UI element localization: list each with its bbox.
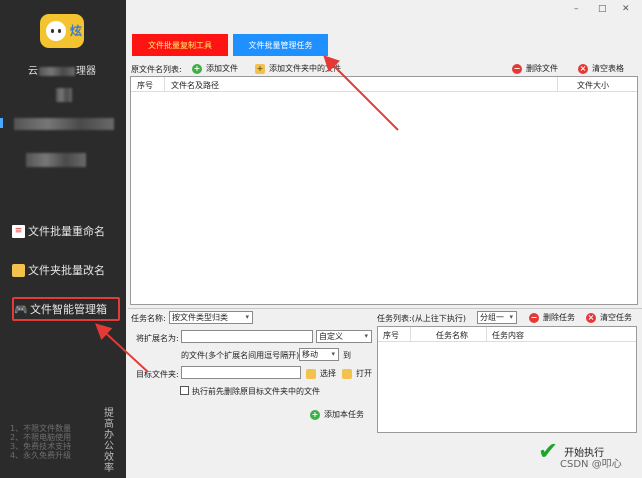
source-file-table[interactable]: 序号 文件名及路径 文件大小 (130, 76, 638, 305)
redacted-block (56, 88, 72, 102)
chevron-down-icon: ▾ (364, 332, 368, 340)
delete-before-label: 执行前先删除原目标文件夹中的文件 (192, 387, 320, 396)
to-label: 到 (343, 351, 351, 360)
nav-item-smart-manager[interactable]: 🎮 文件智能管理箱 (12, 297, 120, 321)
chevron-down-icon: ▾ (331, 350, 335, 358)
action-select[interactable]: 移动 ▾ (299, 348, 339, 361)
action-value: 移动 (302, 350, 318, 359)
folder-icon (306, 368, 316, 379)
delete-file-button[interactable]: − 删除文件 (512, 63, 558, 74)
extension-hint: 的文件(多个扩展名间用逗号隔开) (181, 351, 300, 360)
col-index: 序号 (137, 81, 153, 90)
delete-file-label: 删除文件 (526, 64, 558, 73)
folder-icon (12, 263, 25, 277)
nav-item-folder-rename[interactable]: 文件夹批量改名 (12, 258, 120, 282)
task-table[interactable]: 序号 任务名称 任务内容 (377, 326, 637, 433)
chevron-down-icon: ▾ (509, 313, 513, 321)
nav-label: 文件批量重命名 (28, 225, 105, 238)
x-icon: × (578, 63, 588, 74)
add-file-label: 添加文件 (206, 64, 238, 73)
clear-tasks-button[interactable]: × 清空任务 (586, 312, 632, 323)
add-task-button[interactable]: + 添加本任务 (310, 409, 364, 420)
app-name-suffix: 理器 (76, 66, 96, 77)
group-value: 分组一 (480, 313, 504, 322)
logo-badge: 炫 (69, 24, 82, 38)
table-header: 序号 文件名及路径 文件大小 (131, 77, 637, 92)
col-file-path: 文件名及路径 (171, 81, 219, 90)
slogan: 提高办公效率 (104, 408, 114, 474)
choose-label: 选择 (320, 369, 336, 378)
clear-table-label: 清空表格 (592, 64, 624, 73)
minus-icon: − (512, 63, 522, 74)
ext-mode-select[interactable]: 自定义 ▾ (316, 330, 372, 343)
col-task-content: 任务内容 (492, 331, 524, 340)
section-divider (128, 308, 642, 309)
delete-task-label: 删除任务 (543, 313, 575, 322)
clear-table-button[interactable]: × 清空表格 (578, 63, 624, 74)
plus-icon: + (192, 63, 202, 74)
logo-face-icon (46, 21, 66, 41)
redacted-block (14, 118, 114, 130)
feature-item: 2、不限电脑使用 (10, 433, 72, 442)
task-name-label: 任务名称: (131, 314, 166, 323)
group-select[interactable]: 分组一 ▾ (477, 311, 517, 324)
app-name: 云 理器 (28, 62, 96, 77)
watermark: CSDN @叩心 (560, 459, 622, 470)
gamepad-icon: 🎮 (14, 302, 28, 316)
folder-add-icon: + (255, 63, 265, 74)
minus-icon: − (529, 312, 539, 323)
open-label: 打开 (356, 369, 372, 378)
target-folder-label: 目标文件夹: (136, 370, 179, 379)
redacted-block (26, 153, 86, 167)
add-file-button[interactable]: + 添加文件 (192, 63, 238, 74)
plus-icon: + (310, 409, 320, 420)
app-logo: 炫 (40, 14, 84, 48)
nav-item-file-rename[interactable]: ≡ 文件批量重命名 (12, 219, 120, 243)
ext-mode-value: 自定义 (319, 332, 343, 341)
task-name-value: 按文件类型归类 (172, 313, 228, 322)
tab-copy-tool[interactable]: 文件批量复制工具 (132, 34, 228, 56)
task-name-select[interactable]: 按文件类型归类 ▾ (169, 311, 253, 324)
ext-label: 将扩展名为: (136, 334, 179, 343)
redacted-text (39, 66, 75, 76)
extension-input[interactable] (181, 330, 313, 343)
target-folder-input[interactable] (181, 366, 301, 379)
feature-item: 4、永久免费升级 (10, 451, 72, 460)
collapse-handle[interactable] (0, 118, 3, 128)
open-folder-button[interactable]: 打开 (342, 368, 372, 379)
delete-task-button[interactable]: − 删除任务 (529, 312, 575, 323)
feature-item: 1、不限文件数量 (10, 424, 72, 433)
x-icon: × (586, 312, 596, 323)
feature-list: 1、不限文件数量 2、不限电脑使用 3、免费技术支持 4、永久免费升级 (10, 424, 71, 460)
add-folder-label: 添加文件夹中的文件 (269, 64, 341, 73)
nav-label: 文件夹批量改名 (28, 264, 105, 277)
col-file-size: 文件大小 (577, 81, 609, 90)
checkmark-icon: ✔ (538, 437, 559, 465)
close-button[interactable]: ✕ (622, 4, 630, 14)
add-task-label: 添加本任务 (324, 410, 364, 419)
sidebar: 炫 云 理器 ≡ 文件批量重命名 文件夹批量改名 🎮 文件智能管理箱 1、不限文件… (0, 0, 126, 478)
app-name-prefix: 云 (28, 66, 38, 77)
chevron-down-icon: ▾ (245, 313, 249, 321)
delete-before-checkbox[interactable] (180, 386, 189, 395)
folder-open-icon (342, 368, 352, 379)
table-header: 序号 任务名称 任务内容 (378, 327, 636, 342)
col-task-name: 任务名称 (436, 331, 468, 340)
clear-tasks-label: 清空任务 (600, 313, 632, 322)
nav-label: 文件智能管理箱 (30, 303, 107, 316)
document-icon: ≡ (12, 224, 25, 238)
source-list-label: 原文件名列表: (131, 65, 182, 74)
tab-task-manager[interactable]: 文件批量管理任务 (233, 34, 328, 56)
task-list-label: 任务列表:(从上往下执行) (377, 314, 466, 323)
minimize-button[interactable]: – (574, 4, 579, 14)
feature-item: 3、免费技术支持 (10, 442, 72, 451)
maximize-button[interactable]: □ (598, 4, 607, 14)
add-folder-files-button[interactable]: + 添加文件夹中的文件 (255, 63, 341, 74)
col-index: 序号 (383, 331, 399, 340)
choose-folder-button[interactable]: 选择 (306, 368, 336, 379)
